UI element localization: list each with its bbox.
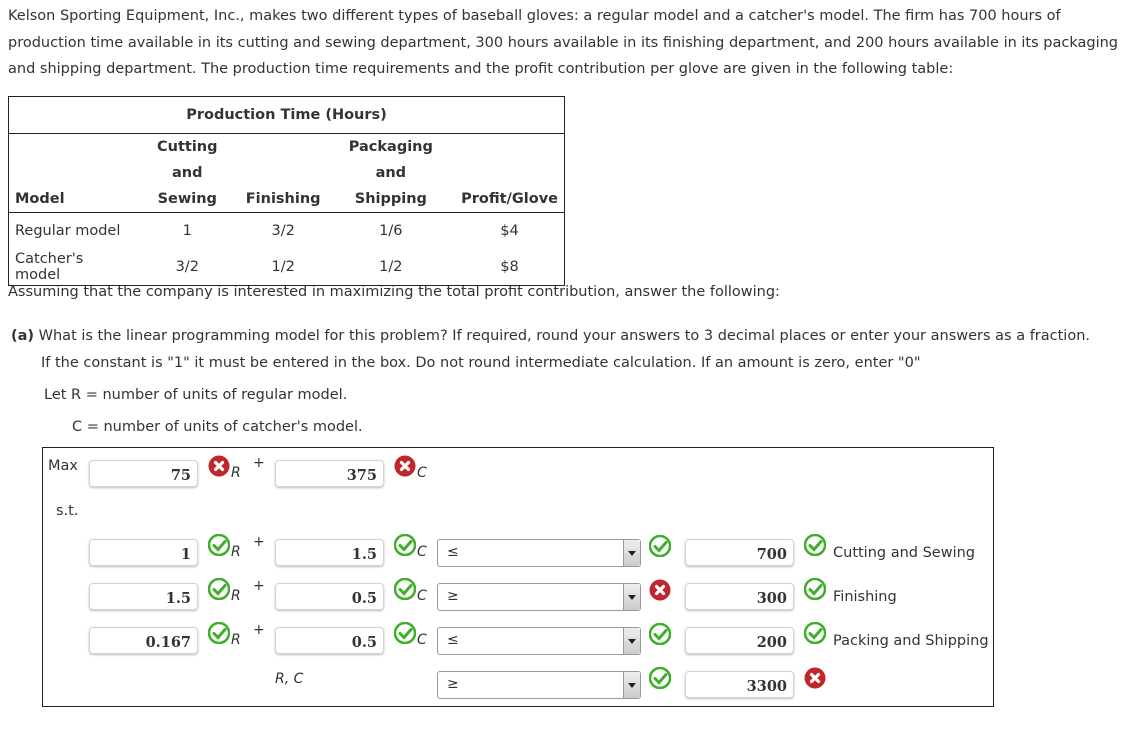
table-row: Catcher's model 3/2 1/2 1/2 $8 [9, 249, 565, 286]
constraint-label: Packing and Shipping [833, 633, 989, 649]
var-r: R [231, 544, 241, 560]
inequality-select[interactable]: ≤ [437, 539, 641, 567]
correct-check-icon [394, 622, 416, 644]
cell: 1 [182, 223, 192, 239]
col-finishing: Finishing [239, 133, 327, 213]
table-row: Regular model 1 3/2 1/6 $4 [9, 213, 565, 250]
incorrect-x-icon [208, 455, 230, 477]
objective-c-coefficient[interactable]: 375 [275, 460, 384, 487]
constraint-rhs[interactable]: 300 [685, 583, 794, 610]
plus-sign: + [253, 534, 265, 550]
var-r: R [231, 632, 241, 648]
col-cutting: Cutting and Sewing [134, 133, 240, 213]
cell: 3/2 [175, 259, 199, 275]
selected-operator: ≥ [447, 676, 459, 692]
correct-check-icon [804, 578, 826, 600]
correct-check-icon [649, 667, 671, 689]
col-model: Model [8, 133, 135, 213]
constraint-c-coefficient[interactable]: 0.5 [275, 583, 384, 610]
inequality-select[interactable]: ≥ [437, 583, 641, 611]
correct-check-icon [394, 578, 416, 600]
correct-check-icon [208, 622, 230, 644]
cell: 1/2 [271, 259, 295, 275]
var-c: C [417, 465, 427, 481]
cell: $4 [500, 223, 519, 239]
problem-intro: Kelson Sporting Equipment, Inc., makes t… [8, 8, 1119, 77]
constraint-label: Finishing [833, 589, 897, 605]
header-row: Model Cutting and Sewing Finishing Packag… [8, 133, 565, 213]
incorrect-x-icon [804, 667, 826, 689]
var-c: C [417, 588, 427, 604]
objective-r-coefficient[interactable]: 75 [89, 460, 198, 487]
cell: Regular model [15, 223, 121, 239]
plus-sign: + [253, 578, 265, 594]
constraint-rhs[interactable]: 700 [685, 539, 794, 566]
cell: 1/6 [379, 223, 403, 239]
plus-sign: + [253, 622, 265, 638]
production-table: Production Time (Hours) Model Cutting an… [8, 96, 565, 286]
constraint-rhs[interactable]: 200 [685, 627, 794, 654]
selected-operator: ≤ [447, 544, 459, 560]
correct-check-icon [208, 578, 230, 600]
constraint-r-coefficient[interactable]: 1 [89, 539, 198, 566]
correct-check-icon [804, 622, 826, 644]
let-c: C = number of units of catcher's model. [72, 419, 363, 435]
correct-check-icon [804, 534, 826, 556]
dropdown-arrow-icon[interactable] [623, 540, 640, 566]
cell: 1/2 [379, 259, 403, 275]
nonneg-rhs[interactable]: 3300 [685, 671, 794, 698]
correct-check-icon [649, 623, 671, 645]
incorrect-x-icon [649, 579, 671, 601]
question-a: (a) What is the linear programming model… [8, 323, 1123, 377]
selected-operator: ≥ [447, 588, 459, 604]
constraint-c-coefficient[interactable]: 1.5 [275, 539, 384, 566]
dropdown-arrow-icon[interactable] [623, 628, 640, 654]
assumption-text: Assuming that the company is interested … [8, 284, 780, 300]
correct-check-icon [394, 534, 416, 556]
question-text: What is the linear programming model for… [38, 328, 1091, 344]
dropdown-arrow-icon[interactable] [623, 584, 640, 610]
instructions: If the constant is "1" it must be entere… [41, 355, 921, 371]
plus-sign: + [253, 455, 265, 471]
var-c: C [417, 632, 427, 648]
correct-check-icon [208, 534, 230, 556]
col-packaging: Packaging and Shipping [326, 133, 456, 213]
var-r: R [231, 588, 241, 604]
cell: 3/2 [271, 223, 295, 239]
selected-operator: ≤ [447, 632, 459, 648]
var-r: R [231, 465, 241, 481]
dropdown-arrow-icon[interactable] [623, 672, 640, 698]
col-profit: Profit/Glove [455, 133, 565, 213]
inequality-select[interactable]: ≤ [437, 627, 641, 655]
max-label: Max [48, 458, 78, 474]
part-label: (a) [11, 328, 35, 344]
nonneg-vars: R, C [275, 671, 304, 687]
constraint-r-coefficient[interactable]: 1.5 [89, 583, 198, 610]
incorrect-x-icon [394, 455, 416, 477]
let-r: Let R = number of units of regular model… [44, 387, 348, 403]
var-c: C [417, 544, 427, 560]
inequality-select[interactable]: ≥ [437, 671, 641, 699]
cell: Catcher's model [15, 251, 84, 283]
st-label: s.t. [56, 503, 79, 519]
correct-check-icon [649, 535, 671, 557]
cell: $8 [500, 259, 519, 275]
page: Kelson Sporting Equipment, Inc., makes t… [0, 0, 1129, 746]
group-header: Production Time (Hours) [8, 96, 565, 134]
constraint-r-coefficient[interactable]: 0.167 [89, 627, 198, 654]
constraint-label: Cutting and Sewing [833, 545, 976, 561]
constraint-c-coefficient[interactable]: 0.5 [275, 627, 384, 654]
